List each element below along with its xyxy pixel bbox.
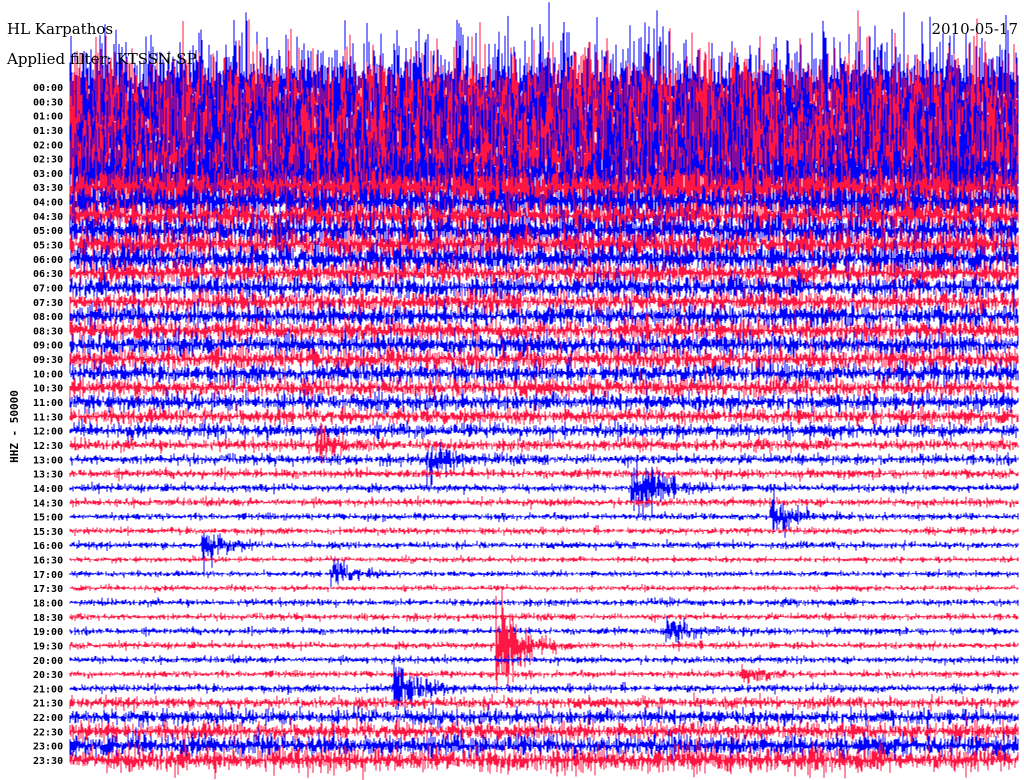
trace-1430	[69, 495, 1019, 510]
trace-1730	[69, 583, 1019, 594]
station-title: HL Karpathos	[7, 20, 114, 38]
filter-label: Applied filter: KTSSN-SP	[7, 50, 197, 68]
time-tick-label: 01:00	[33, 112, 63, 123]
time-tick-label: 13:30	[33, 470, 63, 481]
time-tick-label: 09:30	[33, 355, 63, 366]
time-tick-label: 18:30	[33, 613, 63, 624]
time-tick-label: 20:30	[33, 670, 63, 681]
time-tick-label: 11:30	[33, 412, 63, 423]
time-tick-label: 06:30	[33, 269, 63, 280]
time-tick-label: 22:00	[33, 713, 63, 724]
time-tick-label: 19:00	[33, 627, 63, 638]
time-tick-label: 16:00	[33, 541, 63, 552]
time-tick-label: 14:30	[33, 498, 63, 509]
time-tick-label: 12:00	[33, 427, 63, 438]
time-tick-label: 07:30	[33, 298, 63, 309]
time-tick-label: 16:30	[33, 556, 63, 567]
trace-2200	[69, 703, 1019, 730]
trace-1400	[69, 454, 1019, 518]
helicorder-plot: 00:00 00:30 01:00 01:30 02:00 02:30 03:00 03:30…	[33, 2, 1019, 780]
time-tick-label: 08:30	[33, 326, 63, 337]
time-tick-label: 17:00	[33, 570, 63, 581]
time-tick-label: 23:00	[33, 742, 63, 753]
time-tick-label: 04:30	[33, 212, 63, 223]
time-tick-label: 02:30	[33, 155, 63, 166]
trace-2130	[69, 692, 1019, 713]
time-tick-label: 09:00	[33, 341, 63, 352]
trace-2100	[69, 655, 1019, 718]
time-tick-label: 11:00	[33, 398, 63, 409]
trace-1830	[69, 612, 1019, 623]
time-tick-label: 06:00	[33, 255, 63, 266]
time-tick-label: 21:00	[33, 684, 63, 695]
time-tick-label: 03:30	[33, 183, 63, 194]
trace-1530	[69, 525, 1019, 537]
time-tick-label: 07:00	[33, 283, 63, 294]
time-tick-label: 03:00	[33, 169, 63, 180]
time-tick-label: 22:30	[33, 727, 63, 738]
time-tick-label: 20:00	[33, 656, 63, 667]
time-tick-label: 01:30	[33, 126, 63, 137]
time-tick-label: 10:00	[33, 369, 63, 380]
time-tick-label: 05:00	[33, 226, 63, 237]
time-tick-label: 15:30	[33, 527, 63, 538]
time-tick-label: 18:00	[33, 598, 63, 609]
time-tick-label: 00:00	[33, 83, 63, 94]
time-tick-label: 04:00	[33, 198, 63, 209]
time-tick-label: 05:30	[33, 241, 63, 252]
time-tick-label: 19:30	[33, 641, 63, 652]
trace-1800	[69, 596, 1019, 608]
trace-2030	[69, 664, 1019, 685]
time-tick-label: 02:00	[33, 140, 63, 151]
time-tick-label: 00:30	[33, 97, 63, 108]
time-tick-label: 13:00	[33, 455, 63, 466]
trace-1600	[69, 532, 1019, 577]
time-tick-label: 17:30	[33, 584, 63, 595]
date-label: 2010-05-17	[931, 20, 1018, 38]
time-tick-label: 21:30	[33, 699, 63, 710]
time-tick-label: 12:30	[33, 441, 63, 452]
time-tick-label: 14:00	[33, 484, 63, 495]
time-tick-label: 23:30	[33, 756, 63, 767]
trace-2000	[69, 654, 1019, 667]
trace-1330	[69, 466, 1019, 482]
time-tick-label: 15:00	[33, 513, 63, 524]
time-tick-label: 08:00	[33, 312, 63, 323]
time-tick-label: 10:30	[33, 384, 63, 395]
